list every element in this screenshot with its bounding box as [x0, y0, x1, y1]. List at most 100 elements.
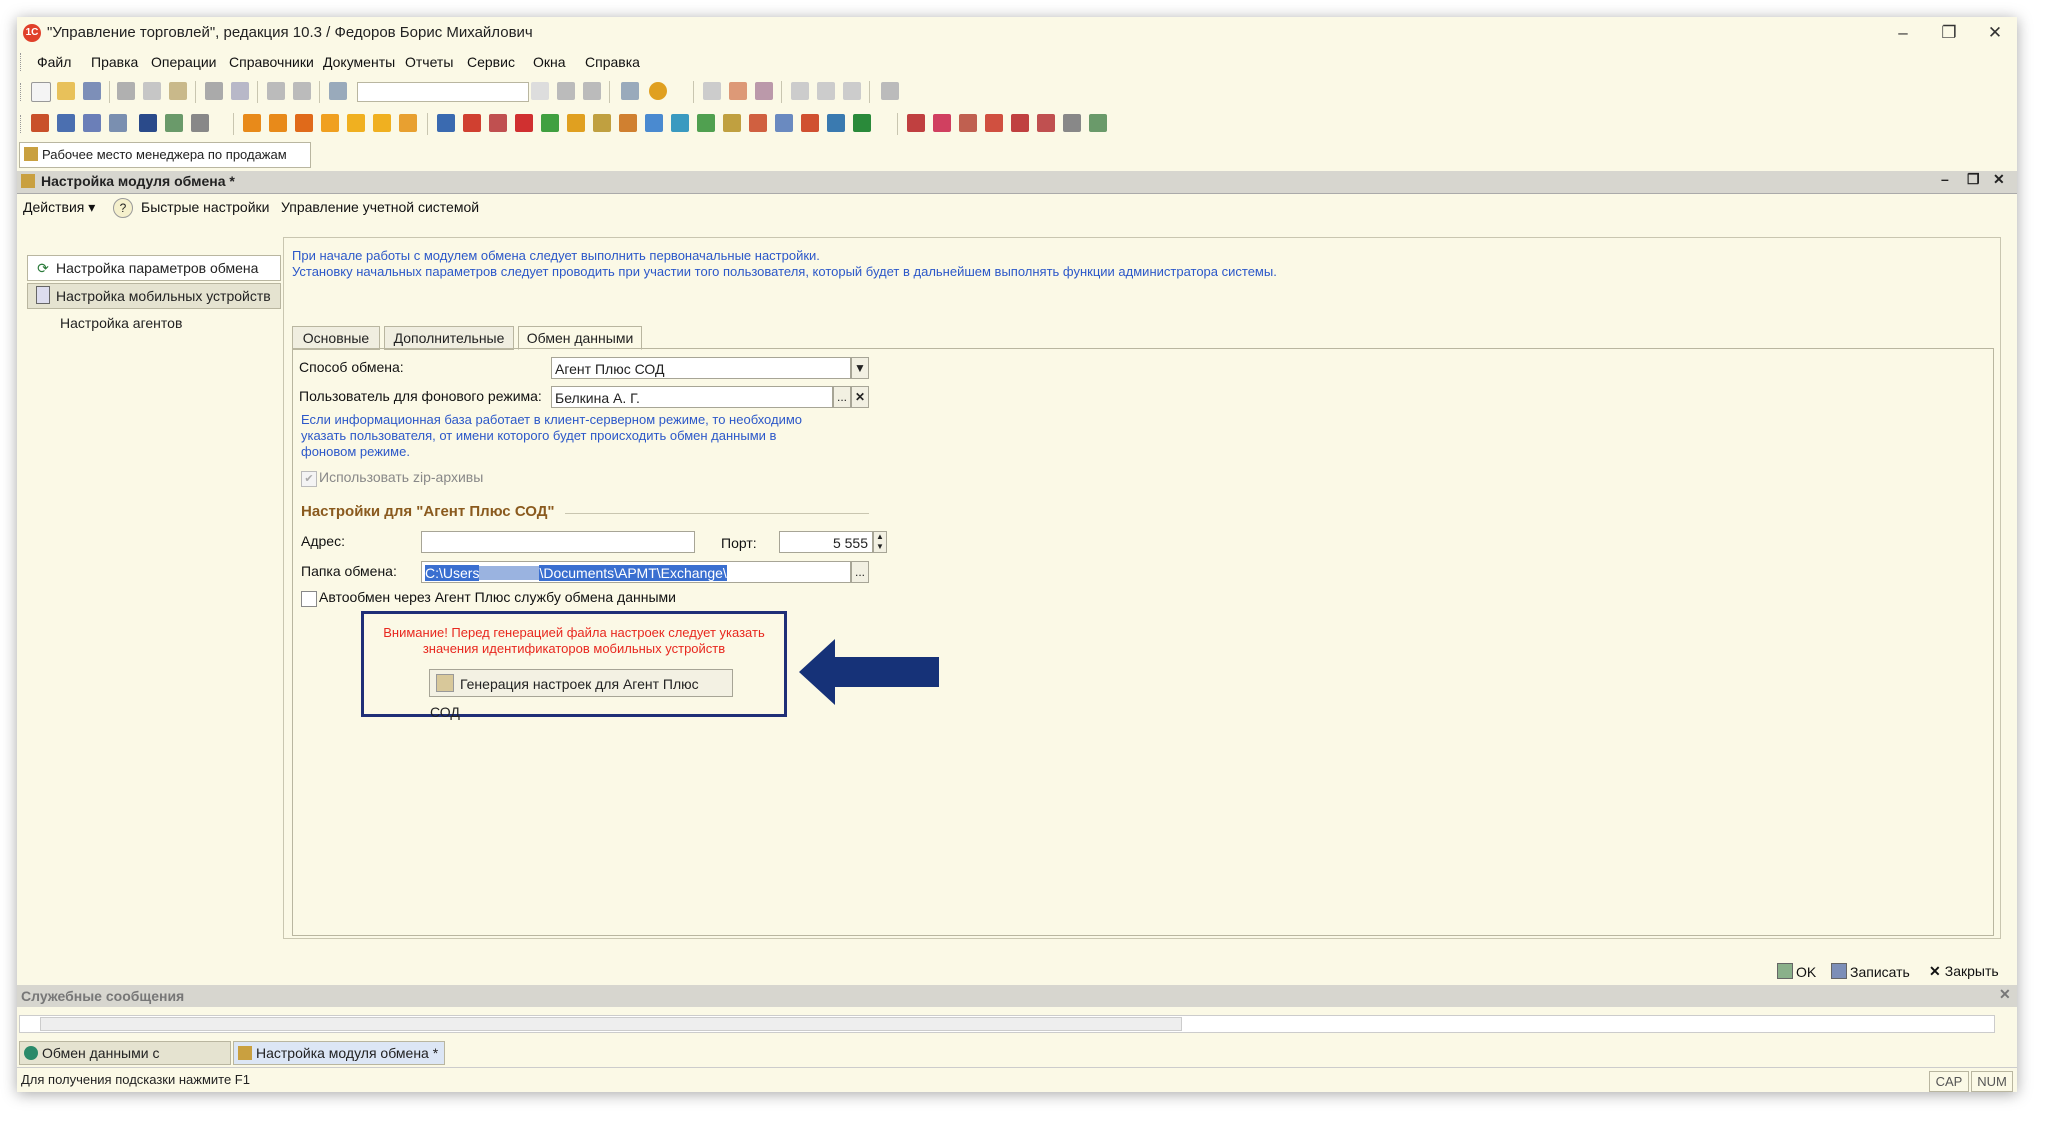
- order-icon[interactable]: [269, 114, 287, 132]
- document-icon[interactable]: [489, 114, 507, 132]
- inner-close-button[interactable]: ✕: [1993, 171, 2005, 188]
- document-icon[interactable]: [723, 114, 741, 132]
- document-icon[interactable]: [437, 114, 455, 132]
- order-icon[interactable]: [295, 114, 313, 132]
- nav-agents[interactable]: Настройка агентов: [27, 310, 281, 336]
- search-icon[interactable]: [329, 82, 347, 100]
- list-icon[interactable]: [83, 114, 101, 132]
- menu-documents[interactable]: Документы: [319, 52, 399, 72]
- menu-operations[interactable]: Операции: [147, 52, 221, 72]
- document-icon[interactable]: [775, 114, 793, 132]
- tools-icon[interactable]: [881, 82, 899, 100]
- menu-service[interactable]: Сервис: [463, 52, 519, 72]
- redo-icon[interactable]: [293, 82, 311, 100]
- menu-file[interactable]: Файл: [33, 52, 75, 72]
- order-icon[interactable]: [373, 114, 391, 132]
- account-system-button[interactable]: Управление учетной системой: [281, 199, 479, 215]
- list-icon[interactable]: [57, 114, 75, 132]
- clear-icon[interactable]: ✕: [851, 386, 869, 408]
- users-icon[interactable]: [139, 114, 157, 132]
- scrollbar-thumb[interactable]: [40, 1017, 1182, 1031]
- order-icon[interactable]: [399, 114, 417, 132]
- menu-reports[interactable]: Отчеты: [401, 52, 457, 72]
- report-icon[interactable]: [959, 114, 977, 132]
- report-icon[interactable]: [985, 114, 1003, 132]
- task-mobile-exchange[interactable]: Обмен данными с мобильн...: [19, 1041, 231, 1083]
- list-icon[interactable]: [109, 114, 127, 132]
- order-icon[interactable]: [321, 114, 339, 132]
- zip-checkbox[interactable]: ✔: [301, 471, 317, 487]
- menu-windows[interactable]: Окна: [529, 52, 570, 72]
- calculator-icon[interactable]: [755, 82, 773, 100]
- document-icon[interactable]: [593, 114, 611, 132]
- calendar-icon[interactable]: [729, 82, 747, 100]
- save-button[interactable]: Записать: [1831, 963, 1910, 980]
- nav-mobile-devices[interactable]: Настройка мобильных устройств: [27, 283, 281, 309]
- chevron-down-icon[interactable]: ▼: [851, 357, 869, 379]
- document-icon[interactable]: [463, 114, 481, 132]
- journal-icon[interactable]: [31, 114, 49, 132]
- close-form-button[interactable]: ✕ Закрыть: [1929, 963, 1999, 980]
- tab-additional[interactable]: Дополнительные: [384, 326, 514, 350]
- task-exchange-settings[interactable]: Настройка модуля обмена *: [233, 1041, 445, 1065]
- inner-minimize-button[interactable]: –: [1941, 171, 1949, 187]
- auto-exchange-checkbox[interactable]: [301, 591, 317, 607]
- help-icon[interactable]: ?: [113, 198, 133, 218]
- report-icon[interactable]: [1011, 114, 1029, 132]
- paste-icon[interactable]: [169, 82, 187, 100]
- folder-field[interactable]: C:\Users \Documents\АРМТ\Exchange\: [421, 561, 851, 583]
- nav-exchange-params[interactable]: ⟳ Настройка параметров обмена: [27, 255, 281, 281]
- document-icon[interactable]: [853, 114, 871, 132]
- document-icon[interactable]: [619, 114, 637, 132]
- report-icon[interactable]: [1089, 114, 1107, 132]
- order-icon[interactable]: [243, 114, 261, 132]
- cut-icon[interactable]: [117, 82, 135, 100]
- table-icon[interactable]: [165, 114, 183, 132]
- window-list-icon[interactable]: [621, 82, 639, 100]
- preview-icon[interactable]: [231, 82, 249, 100]
- quick-settings-button[interactable]: Быстрые настройки: [141, 199, 269, 215]
- tab-main[interactable]: Основные: [292, 326, 380, 350]
- open-icon[interactable]: [57, 82, 75, 100]
- document-icon[interactable]: [645, 114, 663, 132]
- search-combo[interactable]: [357, 82, 529, 102]
- memory-minus-icon[interactable]: [843, 82, 861, 100]
- port-stepper[interactable]: ▲ ▼: [873, 531, 887, 553]
- exchange-method-select[interactable]: Агент Плюс СОД: [551, 357, 851, 379]
- new-icon[interactable]: [31, 82, 51, 102]
- report-icon[interactable]: [933, 114, 951, 132]
- chart-icon[interactable]: [191, 114, 209, 132]
- copy-icon[interactable]: [143, 82, 161, 100]
- find-next-icon[interactable]: [557, 82, 575, 100]
- report-icon[interactable]: [1063, 114, 1081, 132]
- report-icon[interactable]: [907, 114, 925, 132]
- ellipsis-icon[interactable]: ...: [833, 386, 851, 408]
- generate-settings-button[interactable]: Генерация настроек для Агент Плюс СОД: [429, 669, 733, 720]
- manager-workplace-tab[interactable]: Рабочее место менеджера по продажам: [19, 142, 311, 168]
- ok-button[interactable]: OK: [1777, 963, 1816, 980]
- minimize-button[interactable]: –: [1883, 21, 1923, 45]
- address-field[interactable]: [421, 531, 695, 553]
- document-icon[interactable]: [697, 114, 715, 132]
- close-button[interactable]: ✕: [1975, 21, 2015, 45]
- memory-plus-icon[interactable]: [817, 82, 835, 100]
- document-icon[interactable]: [749, 114, 767, 132]
- document-icon[interactable]: [671, 114, 689, 132]
- horizontal-scrollbar[interactable]: [19, 1015, 1995, 1033]
- service-close-icon[interactable]: ✕: [1999, 986, 2011, 1003]
- document-icon[interactable]: [567, 114, 585, 132]
- document-icon[interactable]: [515, 114, 533, 132]
- actions-menu[interactable]: Действия ▾: [23, 199, 95, 216]
- menu-help[interactable]: Справка: [581, 52, 644, 72]
- search-clear-icon[interactable]: [531, 82, 549, 100]
- document-icon[interactable]: [827, 114, 845, 132]
- order-icon[interactable]: [347, 114, 365, 132]
- inner-restore-button[interactable]: ❐: [1967, 171, 1980, 188]
- memory-m-icon[interactable]: [791, 82, 809, 100]
- port-field[interactable]: 5 555: [779, 531, 873, 553]
- print-icon[interactable]: [205, 82, 223, 100]
- document-icon[interactable]: [541, 114, 559, 132]
- bg-user-field[interactable]: Белкина А. Г.: [551, 386, 833, 408]
- table-icon[interactable]: [703, 82, 721, 100]
- find-prev-icon[interactable]: [583, 82, 601, 100]
